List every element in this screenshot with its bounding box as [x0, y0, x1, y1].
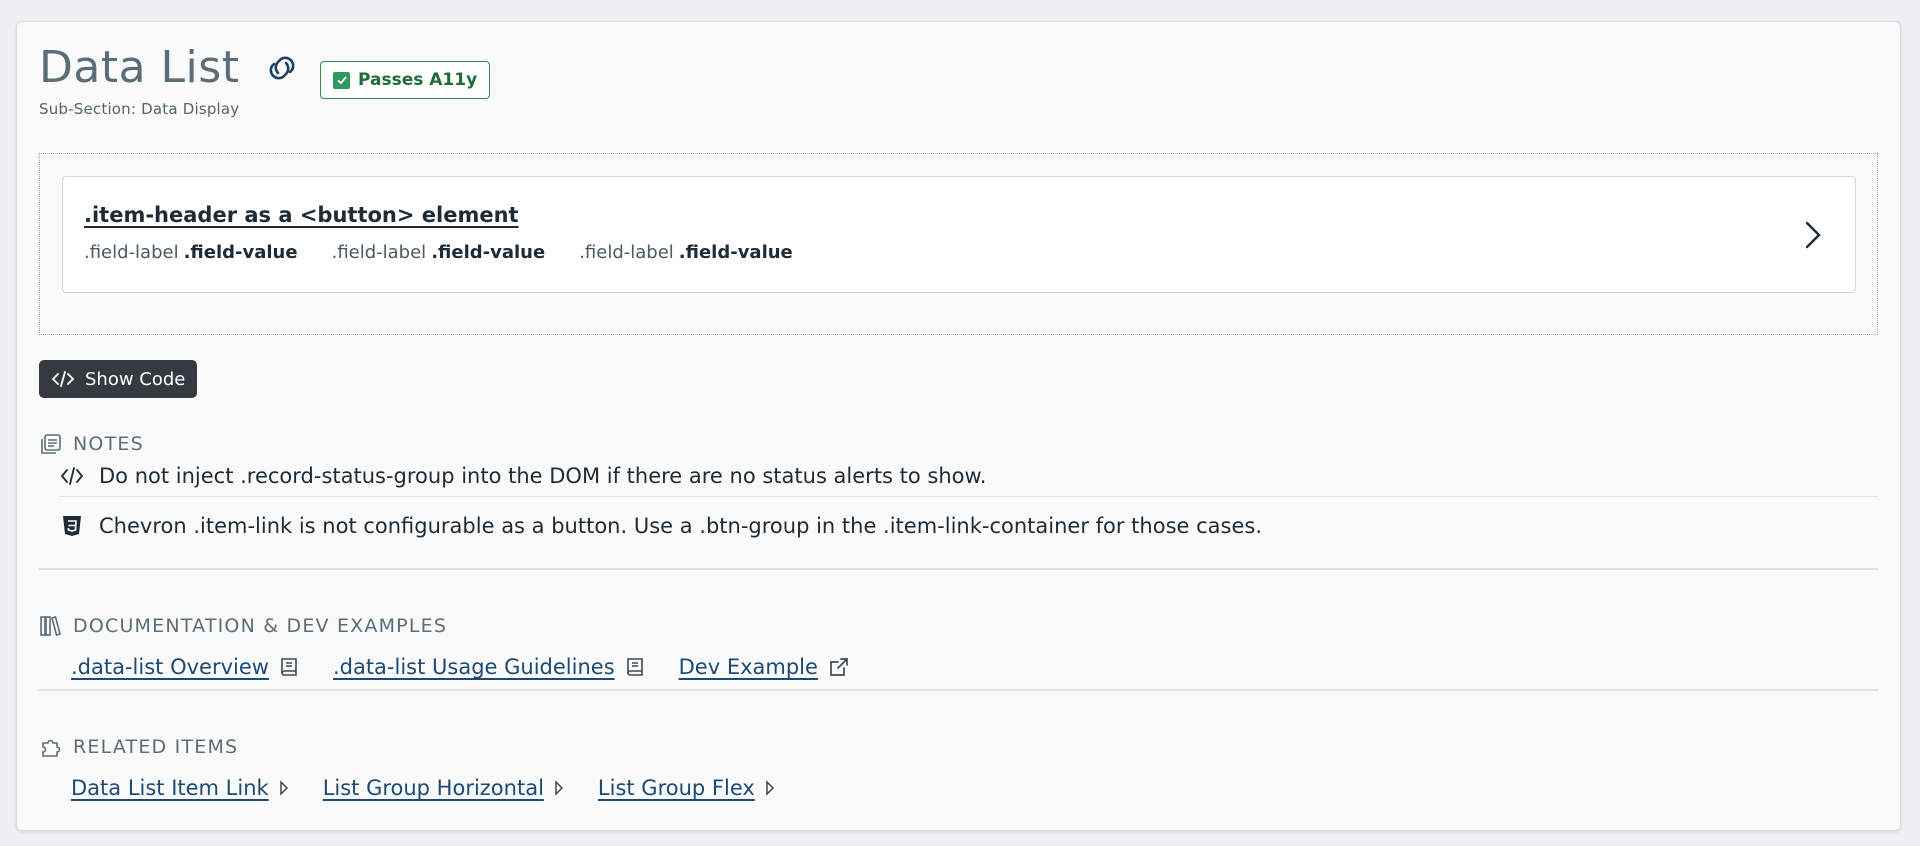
page-subtitle: Sub-Section: Data Display: [39, 100, 240, 118]
field: .field-label .field-value: [332, 242, 546, 263]
link-icon[interactable]: [261, 51, 303, 85]
related-link-list-group-horizontal[interactable]: List Group Horizontal: [323, 776, 564, 800]
field-group: .field-label .field-value .field-label .fi…: [84, 242, 793, 263]
documentation-links: .data-list Overview .data-list Usage Gui…: [71, 655, 850, 679]
related-links: Data List Item Link List Group Horizonta…: [71, 776, 775, 800]
book-icon: [625, 656, 645, 678]
doc-link-label: .data-list Overview: [71, 655, 269, 679]
data-list-item: .item-header as a <button> element .fiel…: [62, 176, 1856, 293]
field-value: .field-value: [183, 242, 298, 263]
documentation-heading: DOCUMENTATION & DEV EXAMPLES: [39, 614, 447, 638]
a11y-badge-label: Passes A11y: [358, 70, 478, 90]
field-value: .field-value: [678, 242, 793, 263]
item-header-button[interactable]: .item-header as a <button> element: [84, 203, 519, 227]
note-separator: [59, 496, 1878, 497]
section-divider: [39, 568, 1878, 570]
field-label: .field-label: [84, 242, 179, 263]
related-link-label: Data List Item Link: [71, 776, 269, 800]
field-value: .field-value: [431, 242, 546, 263]
note-text: Do not inject .record-status-group into …: [99, 464, 987, 488]
documentation-heading-label: DOCUMENTATION & DEV EXAMPLES: [73, 615, 448, 637]
check-icon: [333, 71, 350, 89]
doc-link-overview[interactable]: .data-list Overview: [71, 655, 299, 679]
component-card: Data List Passes A11y Sub-Section: Data …: [16, 21, 1901, 831]
notes-icon: [39, 432, 63, 456]
notes-heading: NOTES: [39, 432, 144, 456]
a11y-status-badge: Passes A11y: [320, 61, 491, 99]
show-code-button[interactable]: Show Code: [39, 360, 198, 398]
code-icon: [59, 463, 85, 489]
section-divider: [39, 689, 1878, 691]
book-icon: [279, 656, 299, 678]
show-code-label: Show Code: [85, 368, 186, 390]
related-link-data-list-item-link[interactable]: Data List Item Link: [71, 776, 289, 800]
field: .field-label .field-value: [84, 242, 298, 263]
related-link-list-group-flex[interactable]: List Group Flex: [598, 776, 775, 800]
related-link-label: List Group Horizontal: [322, 776, 544, 800]
doc-link-label: Dev Example: [678, 655, 818, 679]
doc-link-dev-example[interactable]: Dev Example: [679, 655, 850, 679]
field-label: .field-label: [579, 242, 674, 263]
note-text: Chevron .item-link is not configurable a…: [99, 514, 1262, 538]
caret-right-icon: [554, 780, 564, 796]
caret-right-icon: [279, 780, 289, 796]
related-link-label: List Group Flex: [597, 776, 755, 800]
code-icon: [51, 370, 75, 388]
doc-link-label: .data-list Usage Guidelines: [332, 655, 615, 679]
caret-right-icon: [765, 780, 775, 796]
puzzle-icon: [39, 735, 63, 759]
notes-heading-label: NOTES: [73, 433, 144, 455]
demo-preview: .item-header as a <button> element .fiel…: [39, 153, 1878, 335]
external-link-icon: [828, 656, 850, 678]
related-items-heading: RELATED ITEMS: [39, 735, 238, 759]
chevron-right-icon[interactable]: [1799, 215, 1827, 255]
field: .field-label .field-value: [579, 242, 793, 263]
field-label: .field-label: [331, 242, 427, 263]
note-item: Do not inject .record-status-group into …: [59, 463, 1878, 489]
related-heading-label: RELATED ITEMS: [73, 736, 239, 758]
title-row: Data List: [39, 42, 303, 93]
note-item: Chevron .item-link is not configurable a…: [59, 513, 1878, 539]
library-icon: [39, 614, 63, 638]
doc-link-usage-guidelines[interactable]: .data-list Usage Guidelines: [333, 655, 645, 679]
css3-icon: [59, 513, 85, 539]
page-title: Data List: [39, 42, 240, 93]
